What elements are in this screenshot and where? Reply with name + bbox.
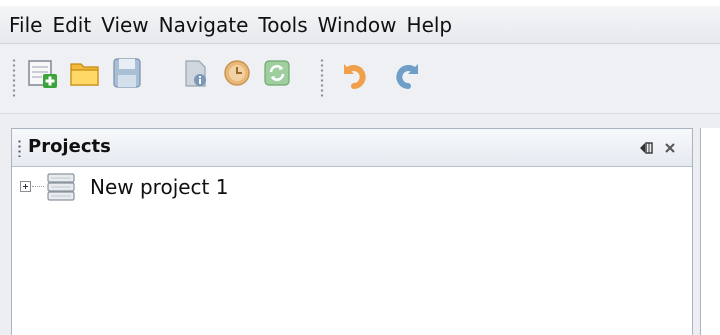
history-button[interactable] xyxy=(220,56,254,90)
project-node-icon xyxy=(44,173,78,201)
new-project-icon xyxy=(28,60,57,88)
clock-icon xyxy=(224,60,250,86)
panel-drag-handle[interactable] xyxy=(18,139,21,157)
undo-button[interactable] xyxy=(336,56,370,90)
database-icon xyxy=(47,173,75,201)
menu-tools[interactable]: Tools xyxy=(253,7,312,43)
open-project-button[interactable] xyxy=(68,56,102,90)
new-project-button[interactable] xyxy=(26,56,60,90)
toolbar-separator xyxy=(320,58,324,98)
menu-edit[interactable]: Edit xyxy=(47,7,96,43)
open-folder-icon xyxy=(70,63,99,86)
toolbar-grip[interactable] xyxy=(12,58,16,98)
redo-icon xyxy=(396,64,418,89)
save-button[interactable] xyxy=(110,56,144,90)
workspace: Projects New project 1 xyxy=(0,114,720,335)
toolbar xyxy=(0,44,720,114)
close-panel-button[interactable] xyxy=(662,140,678,156)
refresh-button[interactable] xyxy=(260,56,294,90)
menu-view[interactable]: View xyxy=(96,7,153,43)
save-icon xyxy=(113,58,141,88)
properties-button[interactable] xyxy=(178,56,212,90)
tree-connector xyxy=(32,186,44,187)
menu-help[interactable]: Help xyxy=(402,7,458,43)
menu-navigate[interactable]: Navigate xyxy=(154,7,254,43)
undo-icon xyxy=(344,64,366,89)
editor-area xyxy=(700,128,720,335)
minimize-window-icon xyxy=(640,142,653,154)
menu-window[interactable]: Window xyxy=(313,7,402,43)
redo-button[interactable] xyxy=(392,56,426,90)
refresh-icon xyxy=(264,60,290,86)
tree-item-project[interactable]: New project 1 xyxy=(20,173,420,203)
properties-icon xyxy=(185,60,206,87)
minimize-panel-button[interactable] xyxy=(638,140,654,156)
menu-bar: File Edit View Navigate Tools Window Hel… xyxy=(0,0,720,44)
expand-icon[interactable] xyxy=(20,181,31,192)
projects-panel: Projects New project 1 xyxy=(11,128,693,335)
menu-file[interactable]: File xyxy=(4,7,47,43)
projects-panel-title: Projects xyxy=(28,136,111,157)
close-icon xyxy=(665,143,675,153)
projects-panel-header[interactable]: Projects xyxy=(12,129,692,167)
project-name-label: New project 1 xyxy=(90,175,229,199)
